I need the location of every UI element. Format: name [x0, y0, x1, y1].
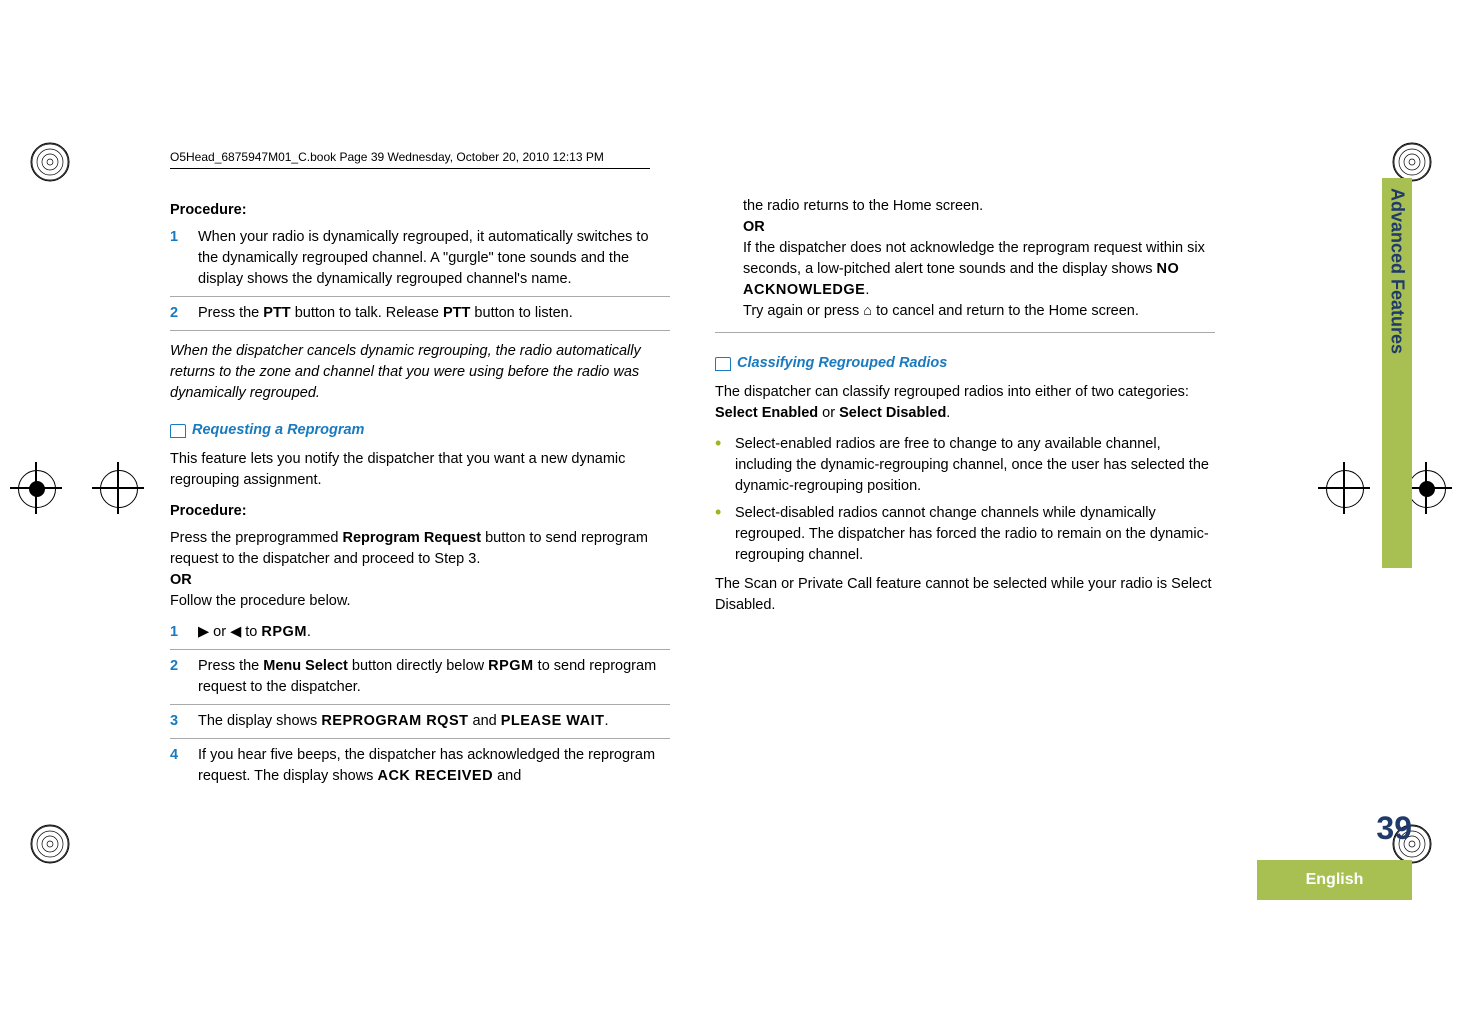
- step-number: 3: [170, 711, 198, 732]
- language-label: English: [1306, 871, 1364, 889]
- text: OR: [170, 572, 192, 588]
- sidebar-tab: Advanced Features: [1382, 178, 1412, 568]
- display-text: RPGM: [488, 658, 534, 674]
- crop-mark-icon: [1408, 470, 1444, 506]
- text: .: [307, 624, 311, 640]
- ptt-label: PTT: [443, 305, 470, 321]
- text: Try again or press: [743, 303, 863, 319]
- step-number: 1: [170, 227, 198, 290]
- crop-mark-icon: [18, 470, 54, 506]
- text: button to talk. Release: [291, 305, 443, 321]
- step-1b: 1 ▶ or ◀ to RPGM.: [170, 622, 670, 643]
- book-icon: [170, 424, 186, 438]
- step-1: 1 When your radio is dynamically regroup…: [170, 227, 670, 290]
- text: and: [468, 713, 500, 729]
- divider: [170, 738, 670, 739]
- section-heading: Requesting a Reprogram: [170, 420, 670, 441]
- divider: [715, 332, 1215, 333]
- ptt-label: PTT: [263, 305, 290, 321]
- left-column: Procedure: 1 When your radio is dynamica…: [170, 200, 670, 793]
- right-column: the radio returns to the Home screen. OR…: [715, 196, 1215, 616]
- text: or: [818, 405, 839, 421]
- text: button to listen.: [470, 305, 572, 321]
- page-number: 39: [1376, 810, 1412, 847]
- term: Select Disabled: [839, 405, 946, 421]
- step-text: ▶ or ◀ to RPGM.: [198, 622, 670, 643]
- divider: [170, 649, 670, 650]
- bullet-icon: •: [715, 503, 735, 566]
- procedure-heading: Procedure:: [170, 200, 670, 221]
- text: and: [493, 768, 521, 784]
- text: .: [605, 713, 609, 729]
- bullet-text: Select-disabled radios cannot change cha…: [735, 503, 1215, 566]
- step-4b: 4 If you hear five beeps, the dispatcher…: [170, 745, 670, 787]
- section-title: Requesting a Reprogram: [192, 420, 364, 441]
- text: ▶ or ◀ to: [198, 624, 261, 640]
- paragraph: the radio returns to the Home screen.: [743, 196, 1215, 217]
- registration-mark-icon: [30, 142, 70, 182]
- section-heading: Classifying Regrouped Radios: [715, 353, 1215, 374]
- text: .: [865, 282, 869, 298]
- registration-mark-icon: [1392, 142, 1432, 182]
- text: Press the preprogrammed: [170, 530, 342, 546]
- crop-mark-icon: [100, 470, 136, 506]
- divider: [170, 296, 670, 297]
- note-text: When the dispatcher cancels dynamic regr…: [170, 341, 670, 404]
- list-item: •Select-enabled radios are free to chang…: [715, 434, 1215, 497]
- registration-mark-icon: [30, 824, 70, 864]
- section-title: Classifying Regrouped Radios: [737, 353, 947, 374]
- book-icon: [715, 357, 731, 371]
- page-header: O5Head_6875947M01_C.book Page 39 Wednesd…: [170, 150, 650, 169]
- paragraph: Follow the procedure below.: [170, 591, 670, 612]
- procedure-heading: Procedure:: [170, 501, 670, 522]
- text: The dispatcher can classify regrouped ra…: [715, 384, 1189, 400]
- home-icon: ⌂: [863, 303, 872, 319]
- step-number: 2: [170, 656, 198, 698]
- sidebar-label: Advanced Features: [1387, 178, 1408, 354]
- crop-mark-icon: [1326, 470, 1362, 506]
- step-3b: 3 The display shows REPROGRAM RQST and P…: [170, 711, 670, 732]
- display-text: PLEASE WAIT: [501, 713, 605, 729]
- step-text: When your radio is dynamically regrouped…: [198, 227, 670, 290]
- button-label: Reprogram Request: [342, 530, 481, 546]
- text: OR: [743, 219, 765, 235]
- display-text: RPGM: [261, 624, 307, 640]
- divider: [170, 704, 670, 705]
- language-tab: English: [1257, 860, 1412, 900]
- list-item: •Select-disabled radios cannot change ch…: [715, 503, 1215, 566]
- divider: [170, 330, 670, 331]
- step-text: Press the PTT button to talk. Release PT…: [198, 303, 670, 324]
- text: Press the: [198, 305, 263, 321]
- display-text: ACK RECEIVED: [377, 768, 493, 784]
- step-number: 2: [170, 303, 198, 324]
- text: The display shows: [198, 713, 321, 729]
- text: button directly below: [348, 658, 488, 674]
- step-text: If you hear five beeps, the dispatcher h…: [198, 745, 670, 787]
- text: to cancel and return to the Home screen.: [872, 303, 1139, 319]
- paragraph: Press the preprogrammed Reprogram Reques…: [170, 528, 670, 570]
- step-number: 1: [170, 622, 198, 643]
- text: .: [946, 405, 950, 421]
- step-text: The display shows REPROGRAM RQST and PLE…: [198, 711, 670, 732]
- paragraph: Try again or press ⌂ to cancel and retur…: [743, 301, 1215, 322]
- paragraph: The dispatcher can classify regrouped ra…: [715, 382, 1215, 424]
- bullet-icon: •: [715, 434, 735, 497]
- paragraph: The Scan or Private Call feature cannot …: [715, 574, 1215, 616]
- step-number: 4: [170, 745, 198, 787]
- text: If the dispatcher does not acknowledge t…: [743, 240, 1205, 277]
- paragraph: If the dispatcher does not acknowledge t…: [743, 238, 1215, 301]
- button-label: Menu Select: [263, 658, 348, 674]
- display-text: REPROGRAM RQST: [321, 713, 468, 729]
- or-label: OR: [743, 217, 1215, 238]
- paragraph: This feature lets you notify the dispatc…: [170, 449, 670, 491]
- term: Select Enabled: [715, 405, 818, 421]
- step-text: Press the Menu Select button directly be…: [198, 656, 670, 698]
- bullet-text: Select-enabled radios are free to change…: [735, 434, 1215, 497]
- step-2: 2 Press the PTT button to talk. Release …: [170, 303, 670, 324]
- or-label: OR: [170, 570, 670, 591]
- step-2b: 2 Press the Menu Select button directly …: [170, 656, 670, 698]
- header-text: O5Head_6875947M01_C.book Page 39 Wednesd…: [170, 150, 604, 164]
- text: Press the: [198, 658, 263, 674]
